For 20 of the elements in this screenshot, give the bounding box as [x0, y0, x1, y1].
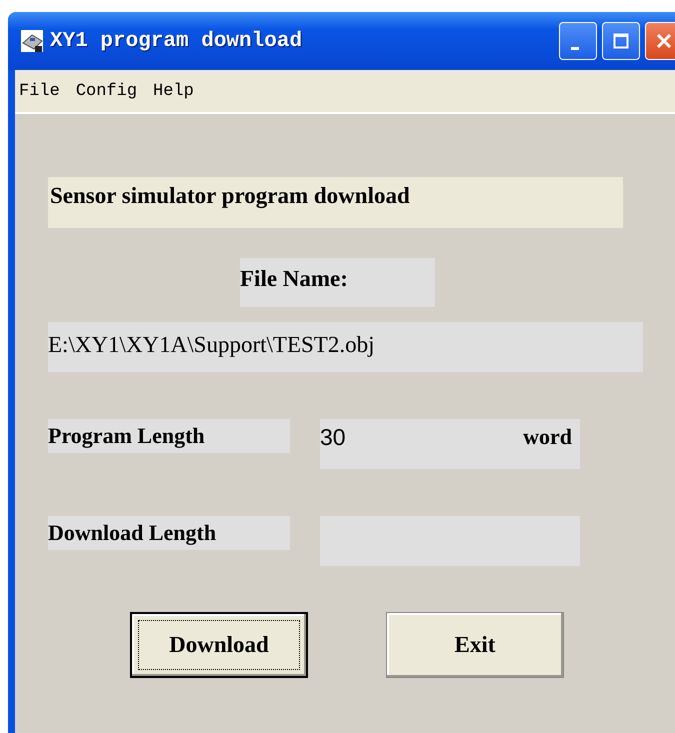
menu-item[interactable]: Help [153, 82, 194, 100]
menu-item[interactable]: Config [76, 82, 138, 100]
heading-label: Sensor simulator program download [48, 177, 623, 228]
file-name-label: File Name: [240, 258, 435, 307]
field-value: 30 [320, 424, 346, 451]
field-label: Download Length [48, 516, 290, 550]
push-button[interactable]: Download [130, 612, 308, 678]
maximize-icon [613, 33, 629, 49]
window-title: XY1 program download [50, 30, 302, 52]
close-button[interactable] [645, 22, 675, 60]
menu-item[interactable]: File [19, 82, 60, 100]
file-path-field: E:\XY1\XY1A\Support\TEST2.obj [48, 322, 643, 372]
minimize-icon [571, 46, 579, 50]
maximize-button[interactable] [602, 22, 640, 60]
field-label: Program Length [48, 419, 290, 453]
minimize-button[interactable] [559, 22, 597, 60]
app-icon [20, 29, 44, 53]
unit-label: word [523, 424, 572, 450]
push-button[interactable]: Exit [386, 612, 564, 678]
close-icon [656, 33, 672, 49]
